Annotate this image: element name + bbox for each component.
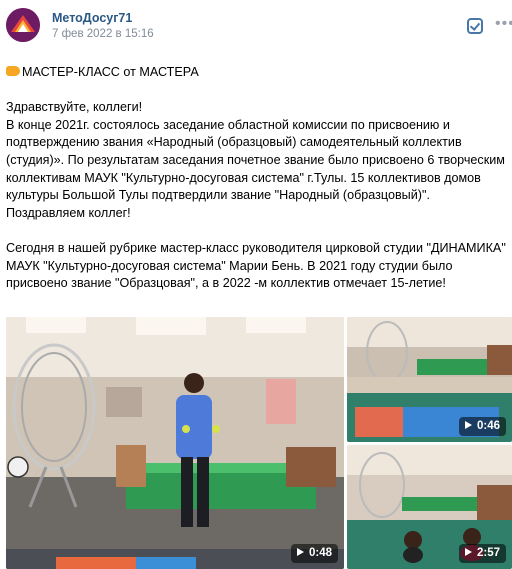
video-preview-image — [6, 317, 344, 569]
text-line: коллективам МАУК "Культурно-досуговая си… — [6, 170, 481, 185]
video-thumbnail-bottom-right[interactable]: 2:57 — [347, 445, 512, 569]
text-line: Сегодня в нашей рубрике мастер-класс рук… — [6, 240, 506, 255]
text-line: (студия)». По результатам заседания поче… — [6, 152, 505, 167]
play-icon — [464, 548, 472, 556]
text-line: Здравствуйте, коллеги! — [6, 100, 143, 115]
play-icon — [464, 421, 472, 429]
text-line: Поздравляем коллег! — [6, 205, 131, 220]
text-line: МАУК "Культурно-досуговая система" Марии… — [6, 258, 453, 273]
video-duration: 0:48 — [308, 547, 332, 559]
text-line: В конце 2021г. состоялось заседание обла… — [6, 117, 450, 132]
video-duration-badge: 0:48 — [290, 544, 338, 563]
more-dots-icon[interactable]: ••• — [495, 16, 512, 32]
video-duration: 0:46 — [476, 420, 500, 432]
text-line: культуры Большой Тулы подтвердили звание… — [6, 188, 430, 203]
video-thumbnail-top-right[interactable]: 0:46 — [347, 317, 512, 442]
post-title: МАСТЕР-КЛАСС от МАСТЕРА — [22, 65, 199, 79]
checkbox-icon[interactable] — [467, 18, 483, 34]
pointing-hand-icon — [6, 66, 20, 76]
post-title-line: МАСТЕР-КЛАСС от МАСТЕРА — [6, 64, 510, 82]
video-duration-badge: 0:46 — [458, 417, 506, 436]
avatar[interactable] — [6, 8, 40, 42]
author-name[interactable]: МетоДосуг71 — [52, 11, 132, 25]
text-line: присвоено звание "Образцовая", а в 2022 … — [6, 276, 446, 291]
video-duration-badge: 2:57 — [458, 544, 506, 563]
post-date[interactable]: 7 фев 2022 в 15:16 — [52, 28, 154, 40]
play-icon — [296, 548, 304, 556]
video-thumbnail-main[interactable]: 0:48 — [6, 317, 344, 569]
text-line: подтверждению звания «Народный (образцов… — [6, 135, 462, 150]
post-text: МАСТЕР-КЛАСС от МАСТЕРА Здравствуйте, ко… — [6, 64, 510, 293]
post-header: МетоДосуг71 7 фев 2022 в 15:16 ••• — [0, 0, 512, 52]
video-duration: 2:57 — [476, 547, 500, 559]
community-logo-icon — [6, 8, 40, 42]
